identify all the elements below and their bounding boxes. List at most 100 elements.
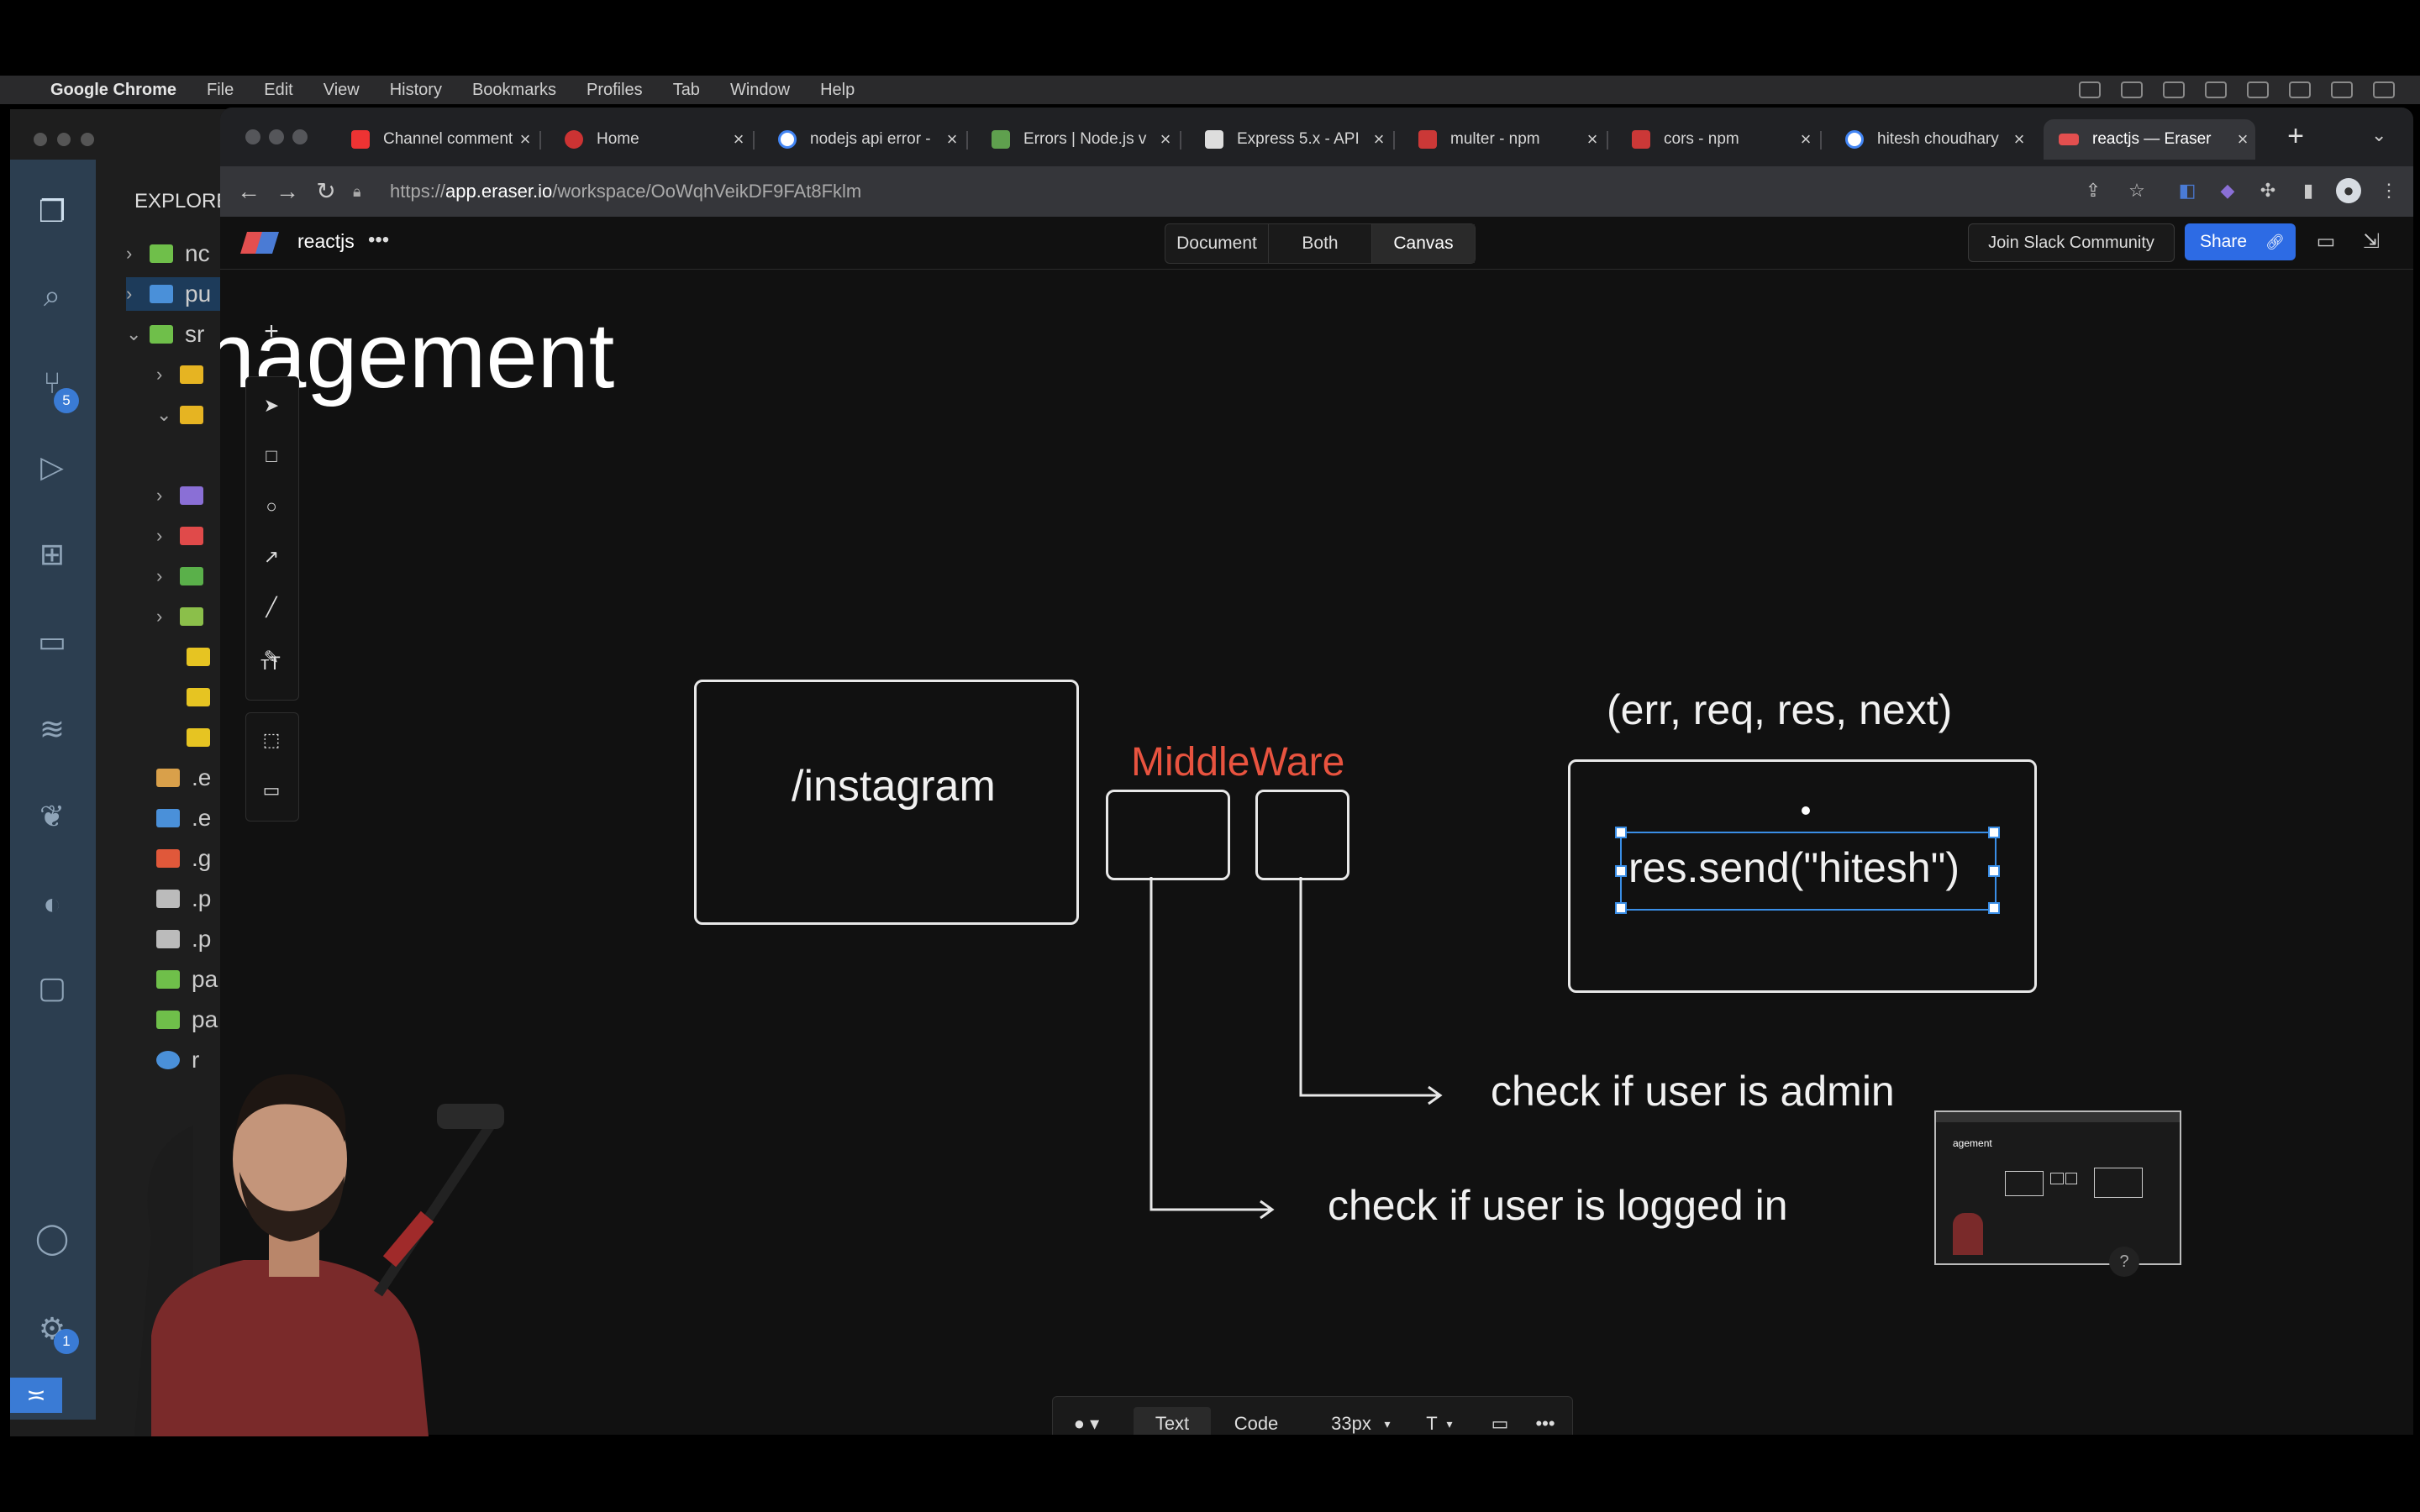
run-debug-icon[interactable]: ▷ [34,449,71,486]
control-center-icon[interactable] [2331,81,2353,98]
extension-icon[interactable]: ◧ [2175,178,2200,203]
comments-icon[interactable]: ▭ [2312,228,2339,255]
tab-home[interactable]: Home × [550,119,751,160]
tree-item[interactable]: › nc [126,237,210,270]
tree-item[interactable]: .g [156,842,211,875]
close-icon[interactable]: × [1793,129,1818,150]
logged-in-arrow[interactable] [1150,877,1270,1211]
file-name[interactable]: reactjs [297,230,355,253]
share-page-icon[interactable]: ⇪ [2081,178,2106,203]
menu-edit[interactable]: Edit [264,81,292,100]
remote-explorer-icon[interactable]: ▭ [34,623,71,660]
code-mode-button[interactable]: Code [1218,1407,1295,1435]
menu-history[interactable]: History [390,81,442,100]
tree-item[interactable]: › [156,358,215,391]
resize-handle[interactable] [1615,827,1627,838]
bookmark-star-icon[interactable]: ☆ [2124,178,2149,203]
tab-hitesh-choudhary[interactable]: hitesh choudhary × [1830,119,2032,160]
close-icon[interactable]: × [1366,129,1392,150]
mode-canvas-button[interactable]: Canvas [1372,224,1475,263]
live-share-icon[interactable]: ◐ [34,885,71,922]
menu-view[interactable]: View [324,81,360,100]
color-picker[interactable]: ● ▾ [1063,1407,1110,1435]
logged-in-check-label[interactable]: check if user is logged in [1328,1181,1788,1230]
tab-reactjs-eraser[interactable]: reactjs — Eraser × [2044,119,2255,160]
tree-item[interactable]: › [156,600,215,633]
search-icon[interactable]: ⌕ [34,277,71,314]
tree-item[interactable]: ⌄ [156,398,215,432]
menu-bookmarks[interactable]: Bookmarks [472,81,556,100]
tree-item[interactable] [187,640,222,674]
tree-item[interactable]: pa [156,963,218,996]
resize-handle[interactable] [1615,865,1627,877]
side-panel-icon[interactable]: ▮ [2296,178,2321,203]
tab-errors-nodejs[interactable]: Errors | Node.js v × [976,119,1178,160]
share-button[interactable]: Share 🔗︎ [2185,223,2296,260]
handler-signature-label[interactable]: (err, req, res, next) [1607,685,1952,734]
eraser-logo-icon[interactable] [240,232,279,254]
extensions-puzzle-icon[interactable]: ✣ [2255,178,2281,203]
files-icon[interactable]: ❐ [34,193,71,230]
tab-multer-npm[interactable]: multer - npm × [1403,119,1605,160]
close-icon[interactable]: × [1153,129,1178,150]
menu-help[interactable]: Help [820,81,855,100]
tree-item[interactable]: .e [156,761,211,795]
close-icon[interactable]: × [939,129,965,150]
text-mode-button[interactable]: Text [1134,1407,1211,1435]
wifi-icon[interactable] [2289,81,2311,98]
tree-item[interactable]: .p [156,922,211,956]
reload-icon[interactable]: ↻ [309,175,343,208]
tree-item[interactable]: ⌄ sr [126,318,204,351]
picture-in-picture-preview[interactable]: agement [1934,1110,2181,1265]
admin-arrow[interactable] [1299,877,1439,1097]
back-icon[interactable]: ← [232,175,266,208]
mode-document-button[interactable]: Document [1165,224,1269,263]
forward-icon[interactable]: → [271,175,304,208]
sync-icon[interactable] [2163,81,2185,98]
close-icon[interactable]: × [1580,129,1605,150]
vscode-zoom-light[interactable] [81,133,94,146]
resize-handle[interactable] [1988,865,2000,877]
mongodb-icon[interactable]: ❦ [34,798,71,835]
close-icon[interactable]: × [513,129,538,150]
window-minimize-button[interactable] [269,129,284,144]
tree-item[interactable]: › [156,519,215,553]
tree-item[interactable] [187,680,222,714]
tab-express-api[interactable]: Express 5.x - API × [1190,119,1392,160]
resize-handle[interactable] [1988,827,2000,838]
tree-item[interactable]: › [156,559,215,593]
resize-handle[interactable] [1988,902,2000,914]
screen-share-icon[interactable] [2079,81,2101,98]
siri-icon[interactable] [2373,81,2395,98]
more-options-button[interactable]: ••• [1528,1407,1562,1435]
menu-profiles[interactable]: Profiles [587,81,643,100]
display-icon[interactable] [2247,81,2269,98]
window-zoom-button[interactable] [292,129,308,144]
res-send-label[interactable]: res.send("hitesh") [1628,843,1960,892]
font-size-select[interactable]: 33px [1322,1407,1381,1435]
chrome-menu-icon[interactable]: ⋮ [2376,178,2402,203]
menu-window[interactable]: Window [730,81,790,100]
help-button[interactable]: ? [2109,1247,2139,1277]
close-icon[interactable]: × [2230,129,2255,150]
menu-tab[interactable]: Tab [673,81,700,100]
join-slack-button[interactable]: Join Slack Community [1968,223,2175,262]
vscode-close-light[interactable] [34,133,47,146]
tab-cors-npm[interactable]: cors - npm × [1617,119,1818,160]
tree-item[interactable] [187,721,222,754]
tab-nodejs-api-error[interactable]: nodejs api error - × [763,119,965,160]
rotate-handle[interactable] [1802,806,1810,815]
tab-channel-comment[interactable]: Channel comment × [336,119,538,160]
tree-item[interactable]: .p [156,882,211,916]
address-bar[interactable]: 🔒︎ https://app.eraser.io/workspace/OoWqh… [353,173,2210,210]
extension-icon[interactable]: ◆ [2215,178,2240,203]
menubar-app-name[interactable]: Google Chrome [50,81,176,100]
tree-item[interactable]: › pu [126,277,227,311]
extensions-icon[interactable]: ⊞ [34,536,71,573]
comment-icon[interactable]: ▭ [1485,1407,1515,1435]
mode-both-button[interactable]: Both [1269,224,1372,263]
comments-icon[interactable]: ▢ [34,969,71,1006]
close-icon[interactable]: × [2007,129,2032,150]
camera-icon[interactable] [2121,81,2143,98]
docker-icon[interactable]: ≋ [34,711,71,748]
